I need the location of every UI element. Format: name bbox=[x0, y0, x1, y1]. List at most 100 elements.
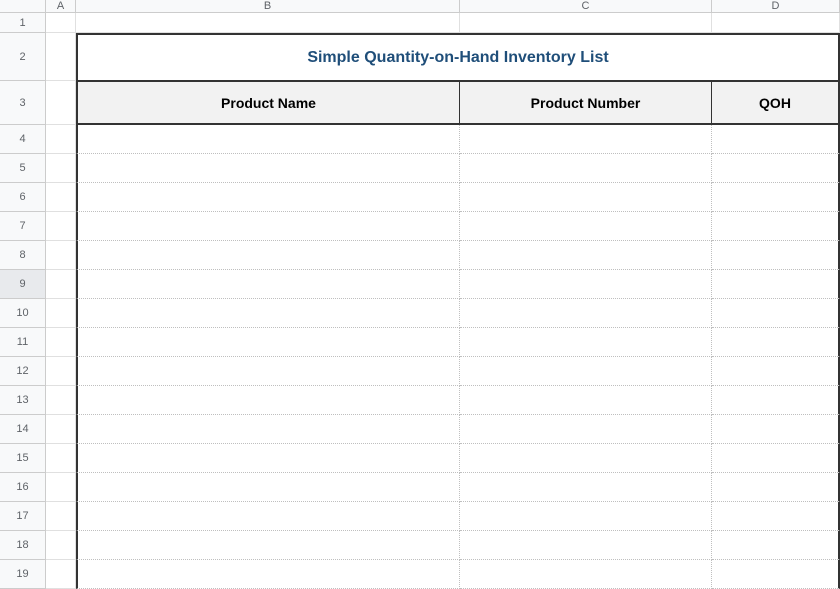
cell-a4[interactable] bbox=[46, 125, 76, 154]
cell-b19[interactable] bbox=[76, 560, 460, 589]
cell-c15[interactable] bbox=[460, 444, 712, 473]
cell-d9[interactable] bbox=[712, 270, 840, 299]
cell-c9[interactable] bbox=[460, 270, 712, 299]
cell-b9[interactable] bbox=[76, 270, 460, 299]
row-header-1[interactable]: 1 bbox=[0, 13, 45, 33]
row-header-7[interactable]: 7 bbox=[0, 212, 45, 241]
row-header-13[interactable]: 13 bbox=[0, 386, 45, 415]
row-header-2[interactable]: 2 bbox=[0, 33, 45, 81]
cell-a19[interactable] bbox=[46, 560, 76, 589]
cell-c6[interactable] bbox=[460, 183, 712, 212]
cell-d16[interactable] bbox=[712, 473, 840, 502]
cell-b1[interactable] bbox=[76, 13, 460, 33]
cell-b17[interactable] bbox=[76, 502, 460, 531]
cell-c17[interactable] bbox=[460, 502, 712, 531]
inventory-title: Simple Quantity-on-Hand Inventory List bbox=[307, 49, 608, 67]
cell-d8[interactable] bbox=[712, 241, 840, 270]
cell-a6[interactable] bbox=[46, 183, 76, 212]
cell-d14[interactable] bbox=[712, 415, 840, 444]
cell-c13[interactable] bbox=[460, 386, 712, 415]
header-product-number[interactable]: Product Number bbox=[460, 81, 712, 125]
grid-area[interactable]: Simple Quantity-on-Hand Inventory List P… bbox=[46, 13, 840, 589]
header-product-name[interactable]: Product Name bbox=[76, 81, 460, 125]
inventory-title-cell[interactable]: Simple Quantity-on-Hand Inventory List bbox=[76, 33, 840, 81]
cell-b18[interactable] bbox=[76, 531, 460, 560]
cell-b6[interactable] bbox=[76, 183, 460, 212]
row-header-8[interactable]: 8 bbox=[0, 241, 45, 270]
cell-a1[interactable] bbox=[46, 13, 76, 33]
cell-c1[interactable] bbox=[460, 13, 712, 33]
row-header-3[interactable]: 3 bbox=[0, 81, 45, 125]
column-header-d[interactable]: D bbox=[712, 0, 840, 12]
cell-c16[interactable] bbox=[460, 473, 712, 502]
row-header-10[interactable]: 10 bbox=[0, 299, 45, 328]
cell-b14[interactable] bbox=[76, 415, 460, 444]
cell-b15[interactable] bbox=[76, 444, 460, 473]
cell-d7[interactable] bbox=[712, 212, 840, 241]
column-header-c[interactable]: C bbox=[460, 0, 712, 12]
cell-d12[interactable] bbox=[712, 357, 840, 386]
header-qoh[interactable]: QOH bbox=[712, 81, 840, 125]
cell-a7[interactable] bbox=[46, 212, 76, 241]
cell-c8[interactable] bbox=[460, 241, 712, 270]
row-header-18[interactable]: 18 bbox=[0, 531, 45, 560]
cell-d15[interactable] bbox=[712, 444, 840, 473]
cell-d5[interactable] bbox=[712, 154, 840, 183]
row-header-11[interactable]: 11 bbox=[0, 328, 45, 357]
row-header-15[interactable]: 15 bbox=[0, 444, 45, 473]
cell-a5[interactable] bbox=[46, 154, 76, 183]
row-header-5[interactable]: 5 bbox=[0, 154, 45, 183]
cell-c10[interactable] bbox=[460, 299, 712, 328]
row-header-19[interactable]: 19 bbox=[0, 560, 45, 589]
cell-b4[interactable] bbox=[76, 125, 460, 154]
cell-d19[interactable] bbox=[712, 560, 840, 589]
cell-d1[interactable] bbox=[712, 13, 840, 33]
cell-c7[interactable] bbox=[460, 212, 712, 241]
cell-b8[interactable] bbox=[76, 241, 460, 270]
select-all-corner[interactable] bbox=[0, 0, 46, 12]
cell-b10[interactable] bbox=[76, 299, 460, 328]
cell-a3[interactable] bbox=[46, 81, 76, 125]
row-header-16[interactable]: 16 bbox=[0, 473, 45, 502]
cell-a2[interactable] bbox=[46, 33, 76, 81]
cell-a8[interactable] bbox=[46, 241, 76, 270]
cell-d4[interactable] bbox=[712, 125, 840, 154]
cell-a16[interactable] bbox=[46, 473, 76, 502]
cell-b7[interactable] bbox=[76, 212, 460, 241]
cell-b13[interactable] bbox=[76, 386, 460, 415]
cell-a10[interactable] bbox=[46, 299, 76, 328]
cell-a11[interactable] bbox=[46, 328, 76, 357]
row-header-9[interactable]: 9 bbox=[0, 270, 45, 299]
row-header-17[interactable]: 17 bbox=[0, 502, 45, 531]
cell-c18[interactable] bbox=[460, 531, 712, 560]
cell-a17[interactable] bbox=[46, 502, 76, 531]
cell-a18[interactable] bbox=[46, 531, 76, 560]
cell-b5[interactable] bbox=[76, 154, 460, 183]
column-header-b[interactable]: B bbox=[76, 0, 460, 12]
cell-b11[interactable] bbox=[76, 328, 460, 357]
cell-a12[interactable] bbox=[46, 357, 76, 386]
row-header-4[interactable]: 4 bbox=[0, 125, 45, 154]
cell-d17[interactable] bbox=[712, 502, 840, 531]
cell-a9[interactable] bbox=[46, 270, 76, 299]
cell-c12[interactable] bbox=[460, 357, 712, 386]
column-header-a[interactable]: A bbox=[46, 0, 76, 12]
row-header-14[interactable]: 14 bbox=[0, 415, 45, 444]
cell-c19[interactable] bbox=[460, 560, 712, 589]
cell-b12[interactable] bbox=[76, 357, 460, 386]
cell-d11[interactable] bbox=[712, 328, 840, 357]
cell-a14[interactable] bbox=[46, 415, 76, 444]
cell-d6[interactable] bbox=[712, 183, 840, 212]
cell-a15[interactable] bbox=[46, 444, 76, 473]
cell-a13[interactable] bbox=[46, 386, 76, 415]
cell-d13[interactable] bbox=[712, 386, 840, 415]
cell-d10[interactable] bbox=[712, 299, 840, 328]
cell-b16[interactable] bbox=[76, 473, 460, 502]
row-header-6[interactable]: 6 bbox=[0, 183, 45, 212]
cell-c14[interactable] bbox=[460, 415, 712, 444]
cell-d18[interactable] bbox=[712, 531, 840, 560]
cell-c5[interactable] bbox=[460, 154, 712, 183]
cell-c4[interactable] bbox=[460, 125, 712, 154]
cell-c11[interactable] bbox=[460, 328, 712, 357]
row-header-12[interactable]: 12 bbox=[0, 357, 45, 386]
